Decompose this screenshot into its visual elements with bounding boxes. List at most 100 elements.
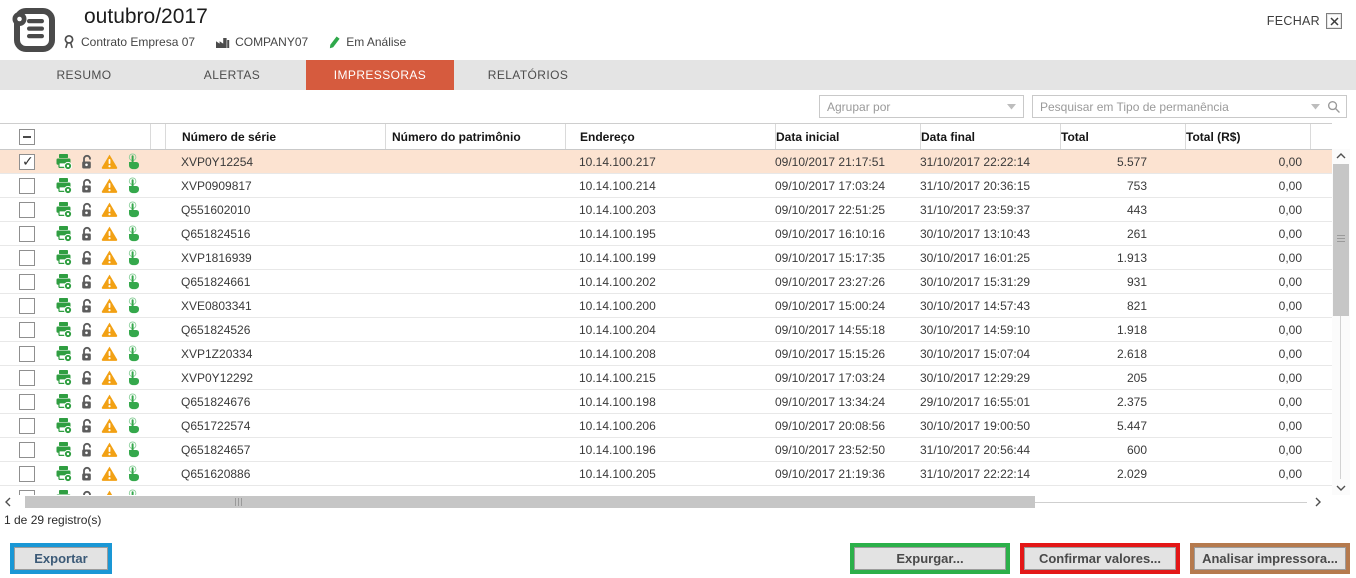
column-header-patrimonio[interactable]: Número do patrimônio	[385, 124, 565, 149]
row-checkbox[interactable]	[19, 250, 35, 266]
total-pages: 205	[1060, 371, 1185, 385]
analyze-printer-button[interactable]: Analisar impressora...	[1194, 547, 1346, 570]
table-row[interactable]: XVE0803341 10.14.100.200 09/10/2017 15:0…	[0, 294, 1332, 318]
serial-number: XVP1Z20334	[165, 347, 385, 361]
table-row[interactable]: Q551602010 10.14.100.203 09/10/2017 22:5…	[0, 198, 1332, 222]
row-checkbox[interactable]	[19, 154, 35, 170]
row-checkbox[interactable]	[19, 442, 35, 458]
analysis-status-meta: Em Análise	[328, 35, 406, 49]
start-date: 09/10/2017 23:52:50	[775, 443, 920, 457]
column-header-total-rs[interactable]: Total (R$)	[1185, 124, 1310, 149]
close-button[interactable]: FECHAR	[1267, 13, 1342, 29]
table-header-row: Número de série Número do patrimônio End…	[0, 124, 1332, 150]
tab-bar: RESUMO ALERTAS IMPRESSORAS RELATÓRIOS	[0, 60, 1356, 90]
horizontal-scrollbar[interactable]	[0, 495, 1332, 509]
column-header-data-final[interactable]: Data final	[920, 124, 1060, 149]
row-checkbox[interactable]	[19, 202, 35, 218]
purge-button-highlight: Expurgar...	[850, 543, 1010, 574]
ip-address: 10.14.100.196	[565, 443, 775, 457]
row-checkbox[interactable]	[19, 346, 35, 362]
tab-impressoras[interactable]: IMPRESSORAS	[306, 60, 454, 90]
column-header-endereco[interactable]: Endereço	[565, 124, 775, 149]
row-checkbox[interactable]	[19, 418, 35, 434]
vertical-scrollbar[interactable]	[1332, 149, 1350, 495]
row-checkbox[interactable]	[19, 394, 35, 410]
table-row[interactable]: XVP1816939 10.14.100.199 09/10/2017 15:1…	[0, 246, 1332, 270]
row-checkbox[interactable]	[19, 322, 35, 338]
row-checkbox[interactable]	[19, 274, 35, 290]
row-checkbox[interactable]	[19, 466, 35, 482]
serial-number: Q551602010	[165, 203, 385, 217]
medal-icon	[62, 34, 76, 49]
contract-month-window: outubro/2017 Contrato Empresa 07 COMPANY…	[0, 0, 1356, 578]
tab-relatorios[interactable]: RELATÓRIOS	[454, 60, 602, 90]
table-row[interactable]: Q651824661 10.14.100.202 09/10/2017 23:2…	[0, 270, 1332, 294]
search-input[interactable]	[1040, 100, 1304, 114]
hand-touch-icon	[124, 345, 141, 362]
ip-address: 10.14.100.217	[565, 155, 775, 169]
table-row[interactable]: XVP0Y12292 10.14.100.215 09/10/2017 17:0…	[0, 366, 1332, 390]
printer-certified-icon	[55, 225, 72, 242]
scroll-left-arrow[interactable]	[2, 495, 14, 509]
total-pages: 261	[1060, 227, 1185, 241]
close-x-icon[interactable]	[1326, 13, 1342, 29]
serial-number: XVP0Y12254	[165, 155, 385, 169]
table-row[interactable]: Q651824676 10.14.100.198 09/10/2017 13:3…	[0, 390, 1332, 414]
scroll-down-arrow[interactable]	[1332, 481, 1350, 495]
total-currency: 0,00	[1185, 179, 1310, 193]
end-date: 31/10/2017 23:59:37	[920, 203, 1060, 217]
start-date: 09/10/2017 15:17:35	[775, 251, 920, 265]
chevron-down-icon	[1007, 104, 1016, 110]
scroll-right-arrow[interactable]	[1312, 495, 1324, 509]
unlock-icon	[78, 393, 95, 410]
printer-certified-icon	[55, 297, 72, 314]
table-row[interactable]: Q651824526 10.14.100.204 09/10/2017 14:5…	[0, 318, 1332, 342]
select-all-checkbox[interactable]	[19, 129, 35, 145]
total-pages: 931	[1060, 275, 1185, 289]
confirm-values-button[interactable]: Confirmar valores...	[1024, 547, 1176, 570]
search-icon[interactable]	[1327, 100, 1340, 113]
group-by-dropdown[interactable]: Agrupar por	[819, 95, 1024, 118]
table-row[interactable]: Q651722574 10.14.100.206 09/10/2017 20:0…	[0, 414, 1332, 438]
end-date: 30/10/2017 19:00:50	[920, 419, 1060, 433]
column-header-serial[interactable]: Número de série	[165, 124, 385, 149]
row-checkbox[interactable]	[19, 178, 35, 194]
table-row[interactable]: XVP0Y12254 10.14.100.217 09/10/2017 21:1…	[0, 150, 1332, 174]
total-pages: 821	[1060, 299, 1185, 313]
table-row[interactable]: Q651620886 10.14.100.205 09/10/2017 21:1…	[0, 462, 1332, 486]
table-row[interactable]: XVP1Z20334 10.14.100.208 09/10/2017 15:1…	[0, 342, 1332, 366]
table-row[interactable]: XVP0909817 10.14.100.214 09/10/2017 17:0…	[0, 174, 1332, 198]
hand-touch-icon	[124, 369, 141, 386]
printers-table: Número de série Número do patrimônio End…	[0, 123, 1332, 496]
search-box[interactable]	[1032, 95, 1347, 118]
ip-address: 10.14.100.205	[565, 467, 775, 481]
column-header-data-inicial[interactable]: Data inicial	[775, 124, 920, 149]
export-button[interactable]: Exportar	[14, 547, 108, 570]
row-checkbox[interactable]	[19, 370, 35, 386]
table-row[interactable]: Q651824516 10.14.100.195 09/10/2017 16:1…	[0, 222, 1332, 246]
vertical-scrollbar-thumb[interactable]	[1333, 164, 1349, 316]
total-currency: 0,00	[1185, 395, 1310, 409]
hand-touch-icon	[124, 417, 141, 434]
serial-number: Q651620886	[165, 467, 385, 481]
serial-number: Q651824676	[165, 395, 385, 409]
column-header-total[interactable]: Total	[1060, 124, 1185, 149]
chevron-down-icon[interactable]	[1311, 104, 1320, 110]
contract-label: Contrato Empresa 07	[81, 35, 195, 49]
scroll-up-arrow[interactable]	[1332, 149, 1350, 163]
warning-icon	[101, 369, 118, 386]
unlock-icon	[78, 177, 95, 194]
hand-touch-icon	[124, 201, 141, 218]
row-checkbox[interactable]	[19, 226, 35, 242]
tab-resumo[interactable]: RESUMO	[10, 60, 158, 90]
row-checkbox[interactable]	[19, 298, 35, 314]
purge-button[interactable]: Expurgar...	[854, 547, 1006, 570]
warning-icon	[101, 393, 118, 410]
printer-certified-icon	[55, 393, 72, 410]
horizontal-scrollbar-thumb[interactable]	[25, 496, 1035, 508]
hand-touch-icon	[124, 297, 141, 314]
total-currency: 0,00	[1185, 347, 1310, 361]
tab-alertas[interactable]: ALERTAS	[158, 60, 306, 90]
table-row[interactable]: Q651824657 10.14.100.196 09/10/2017 23:5…	[0, 438, 1332, 462]
unlock-icon	[78, 153, 95, 170]
